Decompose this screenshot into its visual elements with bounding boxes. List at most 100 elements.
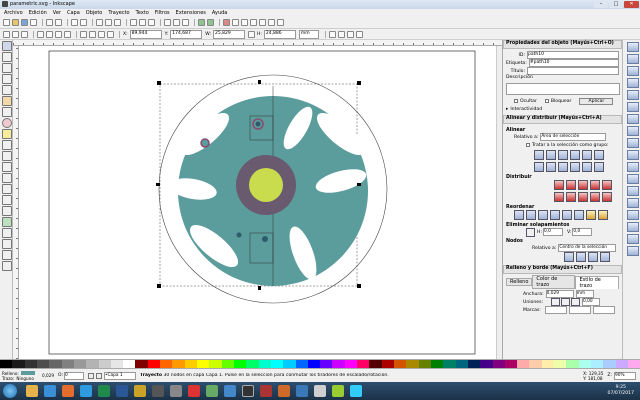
app-orange-icon[interactable] xyxy=(278,385,290,397)
mesh-tool-icon[interactable] xyxy=(2,239,12,249)
distribute-gaps-v-icon[interactable] xyxy=(578,192,588,202)
inkscape-taskbar-icon[interactable] xyxy=(242,385,254,397)
remove-overlap-icon[interactable] xyxy=(526,227,535,237)
calligraphy-tool-icon[interactable] xyxy=(2,173,12,183)
pdf-reader-icon[interactable] xyxy=(188,385,200,397)
flip-vertical-icon[interactable] xyxy=(64,30,71,38)
stroke-unit-select[interactable]: mm xyxy=(575,290,594,298)
browser-ie-icon[interactable] xyxy=(44,385,56,397)
align-distribute-header[interactable]: Alinear y distribuir (Mayús+Ctrl+A) xyxy=(503,115,622,124)
distribute-center-v-icon[interactable] xyxy=(566,192,576,202)
unit-select[interactable]: mm xyxy=(298,29,319,39)
rectangle-tool-icon[interactable] xyxy=(2,96,12,106)
round-join-icon[interactable] xyxy=(561,298,571,306)
align-right-icon[interactable] xyxy=(570,150,580,160)
menu-texto[interactable]: Texto xyxy=(136,10,149,16)
snap-path-icon[interactable] xyxy=(627,126,639,136)
scale-corners-icon[interactable] xyxy=(337,30,345,38)
title-input[interactable] xyxy=(527,67,619,75)
distribute-left-icon[interactable] xyxy=(554,180,564,190)
connector-tool-icon[interactable] xyxy=(2,261,12,271)
snap-bbox-midpoint-icon[interactable] xyxy=(627,90,639,100)
menu-filtros[interactable]: Filtros xyxy=(155,10,170,16)
arrange-grid-icon[interactable] xyxy=(598,210,608,220)
fill-swatch[interactable] xyxy=(20,371,35,375)
measure-tool-icon[interactable] xyxy=(2,85,12,95)
print-icon[interactable] xyxy=(30,19,37,26)
lock-ratio-icon[interactable] xyxy=(247,30,255,38)
tab-stroke-paint[interactable]: Color de trazo xyxy=(532,275,576,289)
v-gap-input[interactable]: 0,0 xyxy=(572,228,593,236)
raise-icon[interactable] xyxy=(89,30,96,38)
app-gray-icon[interactable] xyxy=(314,385,326,397)
ungroup-icon[interactable] xyxy=(207,19,214,26)
h-gap-input[interactable]: 0,0 xyxy=(543,228,564,236)
randomize-icon[interactable] xyxy=(562,210,572,220)
spray-tool-icon[interactable] xyxy=(2,195,12,205)
text-font-icon[interactable] xyxy=(232,19,239,26)
gradient-tool-icon[interactable] xyxy=(2,228,12,238)
snap-toggle-icon[interactable] xyxy=(627,42,639,52)
layer-visibility-icon[interactable] xyxy=(87,372,94,379)
rotate-cw-icon[interactable] xyxy=(46,30,53,38)
menu-capa[interactable]: Capa xyxy=(67,10,80,16)
snap-smooth-icon[interactable] xyxy=(627,162,639,172)
app-blue-icon[interactable] xyxy=(224,385,236,397)
center-vertical-axis-icon[interactable] xyxy=(558,150,568,160)
tweak-tool-icon[interactable] xyxy=(2,63,12,73)
hide-checkbox[interactable] xyxy=(514,99,518,103)
arrange-connectors-icon[interactable] xyxy=(586,210,596,220)
lock-checkbox[interactable] xyxy=(544,99,549,103)
distribute-nodes-h-icon[interactable] xyxy=(588,252,598,262)
redo-icon[interactable] xyxy=(80,19,87,26)
ellipse-tool-icon[interactable] xyxy=(2,118,12,128)
snap-grid-icon[interactable] xyxy=(627,234,639,244)
stroke-value[interactable]: Ninguno xyxy=(16,376,33,381)
snap-text-baseline-icon[interactable] xyxy=(627,210,639,220)
text-tool-icon[interactable] xyxy=(2,184,12,194)
align-top-icon[interactable] xyxy=(546,162,556,172)
select-all-layers-icon[interactable] xyxy=(12,30,19,38)
distribute-center-h-icon[interactable] xyxy=(566,180,576,190)
settings-icon[interactable] xyxy=(170,385,182,397)
align-bottom-icon[interactable] xyxy=(570,162,580,172)
save-icon[interactable] xyxy=(21,19,28,26)
star-tool-icon[interactable] xyxy=(2,129,12,139)
distribute-bottom-icon[interactable] xyxy=(590,192,600,202)
rotate-ccw-icon[interactable] xyxy=(37,30,44,38)
width-input[interactable]: 25,829 xyxy=(212,29,245,39)
relative-select[interactable]: Área de selección xyxy=(540,133,607,141)
color-palette[interactable] xyxy=(0,359,640,369)
selector-tool-icon[interactable] xyxy=(2,41,12,51)
minimize-button[interactable]: – xyxy=(594,1,608,8)
x-input[interactable]: 89,944 xyxy=(129,29,162,39)
cut-icon[interactable] xyxy=(105,19,112,26)
distribute-top-icon[interactable] xyxy=(554,192,564,202)
description-textarea[interactable] xyxy=(506,83,620,95)
menu-extensiones[interactable]: Extensiones xyxy=(176,10,206,16)
new-document-icon[interactable] xyxy=(3,19,10,26)
preferences-icon[interactable] xyxy=(268,19,275,26)
maximize-button[interactable]: □ xyxy=(609,1,623,8)
stroke-width-input[interactable]: 0,029 xyxy=(545,290,574,298)
layers-icon[interactable] xyxy=(241,19,248,26)
select-all-icon[interactable] xyxy=(3,30,10,38)
zoom-page-icon[interactable] xyxy=(148,19,155,26)
snap-guide-icon[interactable] xyxy=(627,246,639,256)
zoom-drawing-icon[interactable] xyxy=(139,19,146,26)
start-button-icon[interactable] xyxy=(3,384,17,398)
text-baseline-v-icon[interactable] xyxy=(594,162,604,172)
align-distribute-icon[interactable] xyxy=(259,19,266,26)
skype-icon[interactable] xyxy=(80,385,92,397)
menu-ver[interactable]: Ver xyxy=(53,10,61,16)
clone-icon[interactable] xyxy=(173,19,180,26)
pencil-tool-icon[interactable] xyxy=(2,151,12,161)
file-explorer-icon[interactable] xyxy=(26,385,38,397)
app-lime-icon[interactable] xyxy=(332,385,344,397)
app-cyan-icon[interactable] xyxy=(350,385,362,397)
exchange-positions-icon[interactable] xyxy=(526,210,536,220)
document-properties-icon[interactable] xyxy=(277,19,284,26)
distribute-right-icon[interactable] xyxy=(590,180,600,190)
align-top-anchor-icon[interactable] xyxy=(582,162,592,172)
pen-tool-icon[interactable] xyxy=(2,162,12,172)
